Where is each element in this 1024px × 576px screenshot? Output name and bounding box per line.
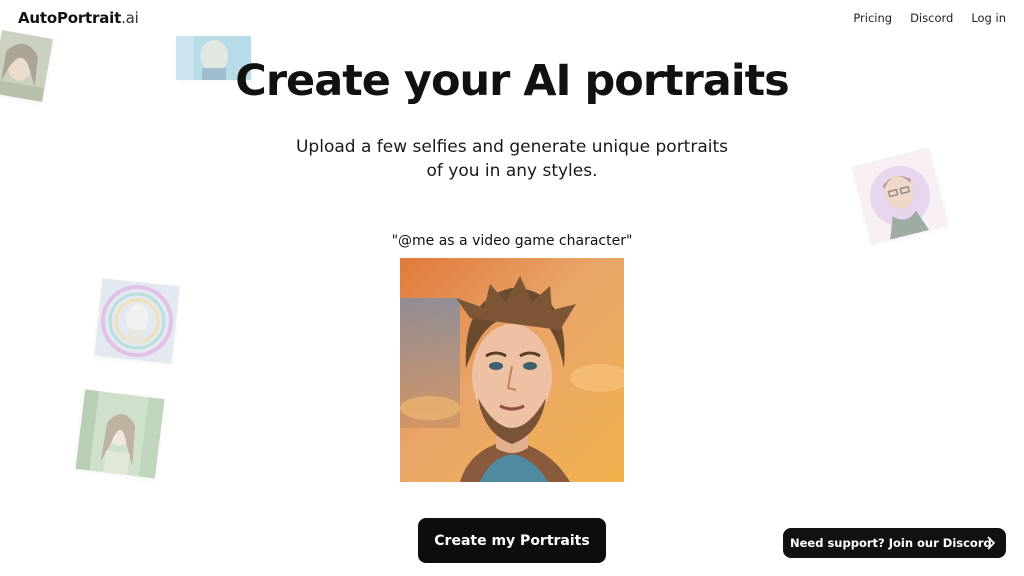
discord-support-button[interactable]: Need support? Join our Discord	[783, 528, 1006, 558]
top-bar: AutoPortrait.ai Pricing Discord Log in	[0, 0, 1024, 36]
create-portraits-button[interactable]: Create my Portraits	[418, 518, 606, 563]
example-prompt: "@me as a video game character"	[391, 233, 633, 249]
brand-logo[interactable]: AutoPortrait.ai	[18, 9, 139, 27]
support-label: Need support? Join our Discord	[790, 536, 992, 550]
nav-login-link[interactable]: Log in	[971, 11, 1006, 25]
chevron-right-icon	[986, 535, 996, 554]
hero-subtitle: Upload a few selfies and generate unique…	[262, 135, 762, 183]
floating-portrait-left-statue	[94, 278, 180, 364]
brand-suffix: .ai	[121, 9, 139, 27]
hero-subtitle-line1: Upload a few selfies and generate unique…	[295, 137, 728, 157]
hero-subtitle-line2: of you in any styles.	[426, 161, 598, 181]
top-nav: Pricing Discord Log in	[853, 11, 1006, 25]
hero-title: Create your AI portraits	[235, 56, 789, 106]
floating-portrait-left-forest	[75, 389, 165, 479]
nav-discord-link[interactable]: Discord	[910, 11, 953, 25]
brand-name: AutoPortrait	[18, 9, 122, 27]
floating-portrait-right	[851, 147, 949, 245]
nav-pricing-link[interactable]: Pricing	[853, 11, 892, 25]
example-portrait-image	[400, 258, 624, 482]
